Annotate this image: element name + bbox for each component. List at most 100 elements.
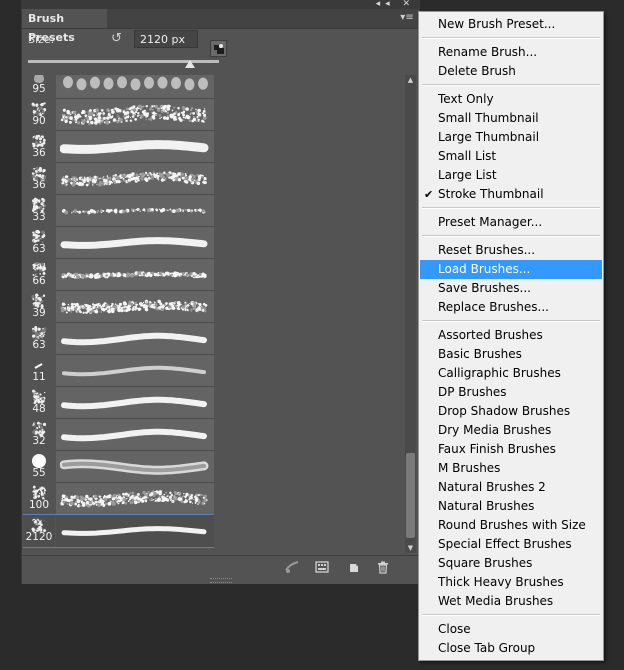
list-scrollbar[interactable]: ▲ ▼: [405, 75, 416, 553]
menu-item-large-thumbnail[interactable]: Large Thumbnail: [420, 128, 602, 147]
brush-preset-list: 95 90 36 36 33 63 66 39 63 11 48 32 55 100 2120: [23, 75, 214, 553]
brush-preset-row[interactable]: 11: [23, 355, 214, 387]
scroll-down-arrow-icon[interactable]: ▼: [405, 543, 416, 553]
menu-item-label: Save Brushes...: [438, 281, 531, 295]
brush-stroke-preview: [56, 131, 214, 163]
brush-preset-row[interactable]: 95: [23, 75, 214, 99]
brush-preset-row[interactable]: 2120: [23, 514, 214, 548]
menu-item-round-brushes-with-size[interactable]: Round Brushes with Size: [420, 516, 602, 535]
brush-preset-row[interactable]: 63: [23, 227, 214, 259]
menu-item-reset-brushes[interactable]: Reset Brushes...: [420, 241, 602, 260]
brush-stroke-preview: [56, 163, 214, 195]
menu-separator: [422, 235, 600, 237]
menu-item-natural-brushes-2[interactable]: Natural Brushes 2: [420, 478, 602, 497]
brush-preset-row[interactable]: 66: [23, 259, 214, 291]
brush-stroke-preview: [56, 195, 214, 227]
menu-item-new-brush-preset[interactable]: New Brush Preset...: [420, 15, 602, 34]
brush-size-label: 95: [32, 83, 46, 95]
menu-item-replace-brushes[interactable]: Replace Brushes...: [420, 298, 602, 317]
brush-tip-thumbnail: 36: [23, 131, 55, 163]
brush-preset-row[interactable]: 55: [23, 451, 214, 483]
menu-item-special-effect-brushes[interactable]: Special Effect Brushes: [420, 535, 602, 554]
brush-size-label: 39: [32, 307, 46, 319]
menu-item-basic-brushes[interactable]: Basic Brushes: [420, 345, 602, 364]
size-input[interactable]: [134, 30, 198, 48]
size-label: Size:: [28, 33, 55, 46]
menu-item-label: Load Brushes...: [438, 262, 531, 276]
menu-item-square-brushes[interactable]: Square Brushes: [420, 554, 602, 573]
brush-stroke-preview: [56, 291, 214, 323]
brush-preset-row[interactable]: 33: [23, 195, 214, 227]
panel-menu-icon[interactable]: ▾≡: [400, 11, 414, 25]
scrollbar-thumb[interactable]: [406, 453, 415, 538]
menu-separator: [422, 614, 600, 616]
menu-item-label: M Brushes: [438, 461, 501, 475]
brush-tip-thumbnail: 36: [23, 163, 55, 195]
new-brush-icon[interactable]: [347, 559, 361, 573]
brush-tip-thumbnail: 95: [23, 75, 55, 99]
menu-item-assorted-brushes[interactable]: Assorted Brushes: [420, 326, 602, 345]
menu-item-rename-brush[interactable]: Rename Brush...: [420, 43, 602, 62]
menu-item-m-brushes[interactable]: M Brushes: [420, 459, 602, 478]
tab-brush-presets[interactable]: Brush Presets: [22, 9, 107, 44]
menu-item-label: Reset Brushes...: [438, 243, 536, 257]
size-slider-handle[interactable]: [185, 60, 196, 68]
brush-preset-row[interactable]: 90: [23, 99, 214, 131]
menu-item-label: Faux Finish Brushes: [438, 442, 556, 456]
checkmark-icon: ✔: [424, 188, 434, 201]
menu-item-close-tab-group[interactable]: Close Tab Group: [420, 639, 602, 658]
menu-item-close[interactable]: Close: [420, 620, 602, 639]
menu-item-large-list[interactable]: Large List: [420, 166, 602, 185]
menu-item-label: New Brush Preset...: [438, 17, 556, 31]
menu-item-label: Wet Media Brushes: [438, 594, 554, 608]
brush-preset-row[interactable]: 48: [23, 387, 214, 419]
brush-tip-thumbnail: 11: [23, 355, 55, 387]
trash-icon[interactable]: [376, 559, 390, 574]
menu-item-faux-finish-brushes[interactable]: Faux Finish Brushes: [420, 440, 602, 459]
brush-preset-row[interactable]: 36: [23, 163, 214, 195]
menu-item-label: Dry Media Brushes: [438, 423, 552, 437]
brush-preset-row[interactable]: 32: [23, 419, 214, 451]
menu-item-calligraphic-brushes[interactable]: Calligraphic Brushes: [420, 364, 602, 383]
menu-item-drop-shadow-brushes[interactable]: Drop Shadow Brushes: [420, 402, 602, 421]
menu-item-save-brushes[interactable]: Save Brushes...: [420, 279, 602, 298]
menu-item-delete-brush[interactable]: Delete Brush: [420, 62, 602, 81]
brush-stroke-preview: [56, 75, 214, 99]
brush-stroke-preview: [56, 99, 214, 131]
menu-item-label: Thick Heavy Brushes: [438, 575, 564, 589]
menu-item-natural-brushes[interactable]: Natural Brushes: [420, 497, 602, 516]
panel-resize-grip[interactable]: [210, 578, 232, 583]
brush-size-label: 63: [32, 339, 46, 351]
menu-item-dry-media-brushes[interactable]: Dry Media Brushes: [420, 421, 602, 440]
create-new-preset-icon[interactable]: [210, 40, 227, 57]
menu-item-thick-heavy-brushes[interactable]: Thick Heavy Brushes: [420, 573, 602, 592]
brush-tip-thumbnail: 90: [23, 99, 55, 131]
menu-item-wet-media-brushes[interactable]: Wet Media Brushes: [420, 592, 602, 611]
panel-collapse-close-controls[interactable]: ◂◂ ✕: [376, 0, 415, 9]
brush-preset-row[interactable]: 100: [23, 483, 214, 515]
brush-tip-thumbnail: 48: [23, 387, 55, 419]
panel-title-strip: ◂◂ ✕: [22, 0, 419, 9]
brush-preset-row[interactable]: 36: [23, 131, 214, 163]
menu-item-load-brushes[interactable]: Load Brushes...: [420, 260, 602, 279]
reset-size-icon[interactable]: ↺: [111, 32, 125, 46]
menu-item-label: Assorted Brushes: [438, 328, 543, 342]
menu-item-text-only[interactable]: Text Only: [420, 90, 602, 109]
menu-item-small-thumbnail[interactable]: Small Thumbnail: [420, 109, 602, 128]
brush-panel-icon[interactable]: [315, 559, 329, 573]
menu-separator: [422, 37, 600, 39]
brush-preset-row[interactable]: 63: [23, 323, 214, 355]
brush-toggle-icon[interactable]: [284, 559, 299, 573]
menu-item-label: Stroke Thumbnail: [438, 187, 544, 201]
brush-preset-row[interactable]: 39: [23, 291, 214, 323]
menu-item-preset-manager[interactable]: Preset Manager...: [420, 213, 602, 232]
scroll-up-arrow-icon[interactable]: ▲: [405, 75, 416, 85]
menu-item-stroke-thumbnail[interactable]: ✔ Stroke Thumbnail: [420, 185, 602, 204]
brush-size-label: 33: [32, 211, 46, 223]
brush-tip-thumbnail: 100: [23, 483, 55, 515]
menu-item-small-list[interactable]: Small List: [420, 147, 602, 166]
menu-item-label: Delete Brush: [438, 64, 516, 78]
brush-presets-panel: ◂◂ ✕ Brush Presets ▾≡ Size: ↺ 95 90 36 36 33…: [21, 0, 420, 584]
menu-item-dp-brushes[interactable]: DP Brushes: [420, 383, 602, 402]
brush-size-label: 63: [32, 243, 46, 255]
